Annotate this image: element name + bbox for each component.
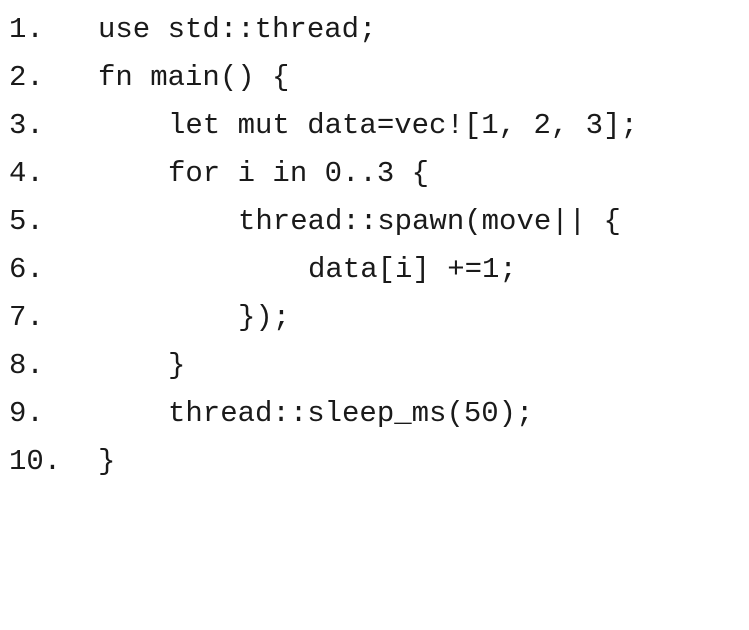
line-code: use std::thread; (98, 13, 377, 46)
line-number: 1. (9, 13, 44, 46)
code-listing: 1. use std::thread; 2. fn main() { 3. le… (0, 0, 749, 502)
line-code: }); (238, 301, 291, 334)
line-number: 4. (9, 157, 44, 190)
line-code: thread::spawn(move|| { (238, 205, 621, 238)
line-number: 9. (9, 397, 44, 430)
code-line-1: 1. use std::thread; (0, 6, 749, 54)
code-line-8: 8. } (0, 342, 749, 390)
line-number: 2. (9, 61, 44, 94)
code-line-2: 2. fn main() { (0, 54, 749, 102)
code-line-3: 3. let mut data=vec![1, 2, 3]; (0, 102, 749, 150)
code-line-5: 5. thread::spawn(move|| { (0, 198, 749, 246)
code-line-4: 4. for i in 0..3 { (0, 150, 749, 198)
code-line-6: 6. data[i] +=1; (0, 246, 749, 294)
line-code: for i in 0..3 { (168, 157, 430, 190)
line-number: 8. (9, 349, 44, 382)
line-number: 5. (9, 205, 44, 238)
line-number: 7. (9, 301, 44, 334)
line-code: } (168, 349, 186, 382)
line-number: 10. (9, 445, 62, 478)
code-line-10: 10. } (0, 438, 749, 486)
line-code: thread::sleep_ms(50); (168, 397, 534, 430)
line-code: let mut data=vec![1, 2, 3]; (168, 109, 638, 142)
line-code: fn main() { (98, 61, 290, 94)
code-line-9: 9. thread::sleep_ms(50); (0, 390, 749, 438)
line-code: } (98, 445, 116, 478)
code-line-7: 7. }); (0, 294, 749, 342)
line-number: 3. (9, 109, 44, 142)
line-number: 6. (9, 253, 44, 286)
line-code: data[i] +=1; (308, 253, 517, 286)
